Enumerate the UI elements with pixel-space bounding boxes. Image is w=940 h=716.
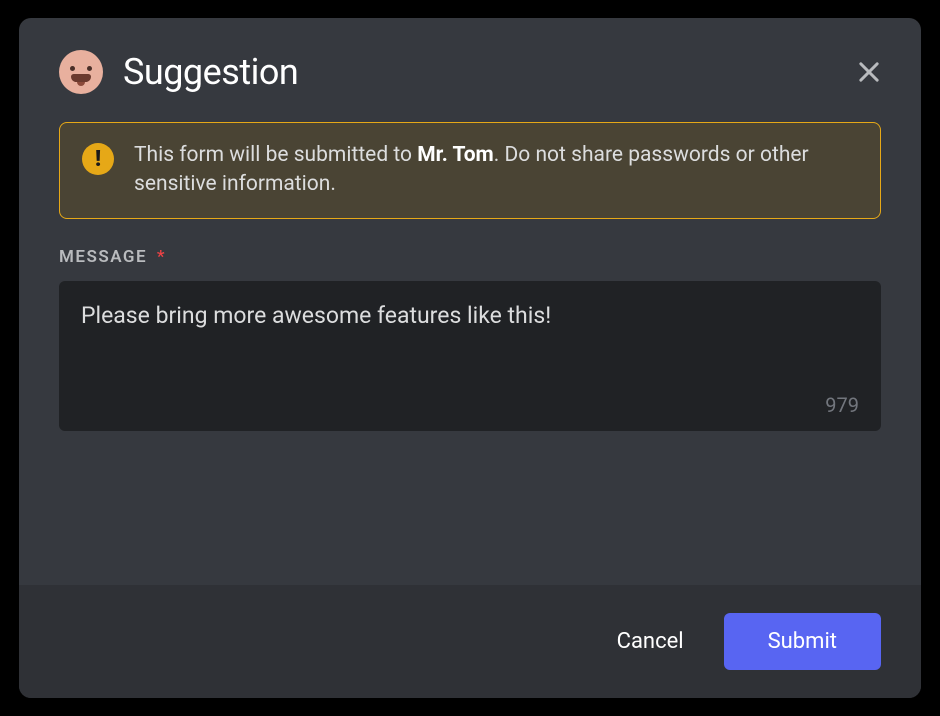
modal-header: Suggestion <box>19 18 921 114</box>
modal-footer: Cancel Submit <box>19 585 921 698</box>
message-field-wrapper: Please bring more awesome features like … <box>59 281 881 431</box>
message-input[interactable]: Please bring more awesome features like … <box>81 301 859 361</box>
modal-body: ! This form will be submitted to Mr. Tom… <box>19 114 921 585</box>
character-count: 979 <box>825 393 859 417</box>
avatar <box>59 50 103 94</box>
submit-button[interactable]: Submit <box>724 613 881 670</box>
warning-recipient: Mr. Tom <box>417 143 494 167</box>
warning-icon: ! <box>82 143 114 175</box>
suggestion-modal: Suggestion ! This form will be submitted… <box>19 18 921 698</box>
required-asterisk: * <box>157 247 166 267</box>
cancel-button[interactable]: Cancel <box>589 615 712 668</box>
warning-banner: ! This form will be submitted to Mr. Tom… <box>59 122 881 219</box>
message-label: MESSAGE * <box>59 247 881 267</box>
modal-title: Suggestion <box>123 51 298 93</box>
close-icon <box>855 58 883 86</box>
close-button[interactable] <box>853 56 885 88</box>
warning-text: This form will be submitted to Mr. Tom. … <box>134 141 858 200</box>
warning-text-before: This form will be submitted to <box>134 143 417 167</box>
